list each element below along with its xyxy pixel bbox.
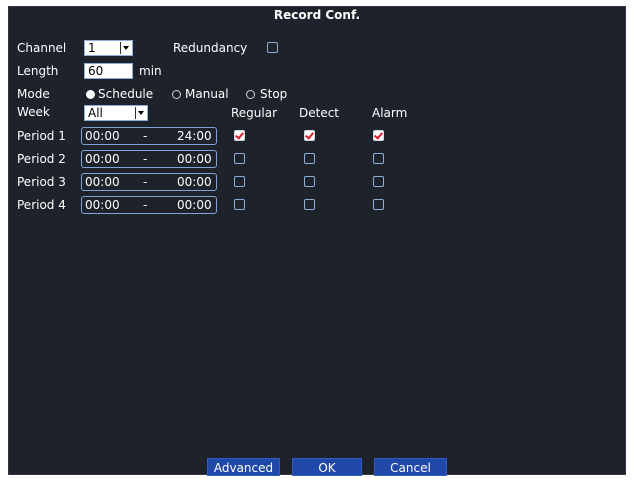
- chevron-down-icon[interactable]: [120, 42, 131, 54]
- period-detect-checkbox[interactable]: [304, 153, 315, 164]
- channel-label: Channel: [17, 41, 67, 55]
- period-separator: -: [143, 152, 148, 166]
- period-separator: -: [143, 175, 148, 189]
- period-start-time[interactable]: 00:00: [85, 128, 120, 144]
- period-detect-checkbox[interactable]: [304, 130, 315, 141]
- column-header-alarm: Alarm: [372, 106, 408, 120]
- period-label: Period 2: [17, 152, 66, 166]
- period-end-time[interactable]: 00:00: [177, 151, 212, 167]
- period-end-time[interactable]: 24:00: [177, 128, 212, 144]
- advanced-button[interactable]: Advanced: [207, 458, 280, 476]
- period-alarm-checkbox[interactable]: [373, 153, 384, 164]
- chevron-down-icon[interactable]: [135, 107, 146, 119]
- period-separator: -: [143, 129, 148, 143]
- mode-option-stop: Stop: [260, 87, 288, 101]
- length-label: Length: [17, 64, 59, 78]
- column-header-detect: Detect: [299, 106, 340, 120]
- ok-button[interactable]: OK: [292, 458, 362, 476]
- period-separator: -: [143, 198, 148, 212]
- period-regular-checkbox[interactable]: [234, 176, 245, 187]
- mode-option-schedule: Schedule: [98, 87, 154, 101]
- period-time-range[interactable]: 00:00 - 24:00: [81, 127, 217, 145]
- period-time-range[interactable]: 00:00 - 00:00: [81, 196, 217, 214]
- period-end-time[interactable]: 00:00: [177, 174, 212, 190]
- period-time-range[interactable]: 00:00 - 00:00: [81, 173, 217, 191]
- week-value: All: [88, 106, 103, 120]
- period-start-time[interactable]: 00:00: [85, 151, 120, 167]
- period-alarm-checkbox[interactable]: [373, 199, 384, 210]
- period-start-time[interactable]: 00:00: [85, 197, 120, 213]
- period-label: Period 4: [17, 198, 66, 212]
- redundancy-checkbox[interactable]: [267, 42, 278, 53]
- period-label: Period 1: [17, 129, 66, 143]
- mode-label: Mode: [17, 87, 50, 101]
- period-regular-checkbox[interactable]: [234, 130, 245, 141]
- period-detect-checkbox[interactable]: [304, 176, 315, 187]
- dialog-title: Record Conf.: [273, 8, 361, 22]
- record-conf-dialog: Record Conf. Channel 1 Redundancy Length…: [8, 6, 626, 476]
- redundancy-label: Redundancy: [173, 41, 248, 55]
- channel-value: 1: [88, 41, 96, 55]
- period-alarm-checkbox[interactable]: [373, 176, 384, 187]
- mode-radio-stop[interactable]: [246, 90, 255, 99]
- period-time-range[interactable]: 00:00 - 00:00: [81, 150, 217, 168]
- period-regular-checkbox[interactable]: [234, 153, 245, 164]
- week-select[interactable]: All: [84, 105, 148, 121]
- mode-radio-manual[interactable]: [172, 90, 181, 99]
- period-end-time[interactable]: 00:00: [177, 197, 212, 213]
- period-detect-checkbox[interactable]: [304, 199, 315, 210]
- column-header-regular: Regular: [231, 106, 278, 120]
- mode-option-manual: Manual: [185, 87, 229, 101]
- period-alarm-checkbox[interactable]: [373, 130, 384, 141]
- period-regular-checkbox[interactable]: [234, 199, 245, 210]
- channel-select[interactable]: 1: [84, 40, 133, 56]
- cancel-button[interactable]: Cancel: [374, 458, 447, 476]
- period-label: Period 3: [17, 175, 66, 189]
- period-start-time[interactable]: 00:00: [85, 174, 120, 190]
- length-unit: min: [139, 64, 162, 78]
- week-label: Week: [17, 105, 50, 119]
- mode-radio-schedule[interactable]: [86, 90, 95, 99]
- length-input[interactable]: 60: [84, 63, 133, 79]
